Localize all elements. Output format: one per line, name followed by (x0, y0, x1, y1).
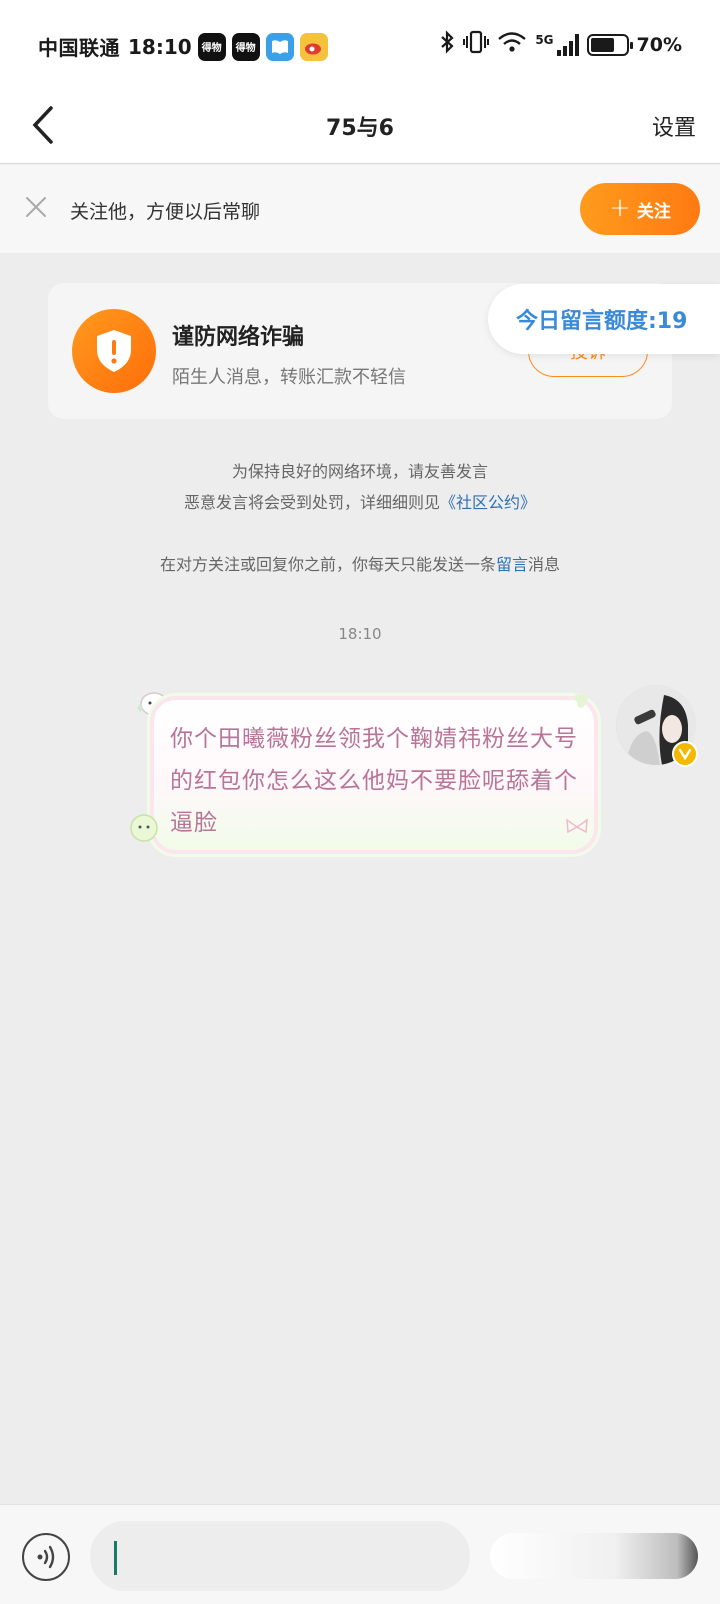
notice-limit-text: 在对方关注或回复你之前，你每天只能发送一条 (159, 555, 496, 574)
notice-friendly-speech: 为保持良好的网络环境，请友善发言 (231, 462, 488, 481)
status-time: 18:10 (128, 34, 192, 59)
bluetooth-icon (439, 30, 455, 59)
battery-icon (586, 33, 633, 56)
settings-button[interactable]: 设置 (652, 110, 696, 142)
text-cursor (114, 1541, 117, 1575)
fraud-warning-title: 谨防网络诈骗 (172, 325, 305, 350)
nav-bar: 75与6 设置 (0, 88, 720, 164)
verified-badge-icon (672, 741, 698, 767)
wifi-icon (497, 31, 527, 58)
notice-penalty: 恶意发言将会受到处罚，详细细则见《社区公约》 (0, 489, 720, 513)
battery-percent: 70% (636, 33, 682, 56)
clover-sticker-icon (574, 694, 588, 708)
follow-banner: 关注他，方便以后常聊 + 关注 (0, 165, 720, 253)
carrier-label: 中国联通 (38, 36, 120, 60)
follow-prompt-text: 关注他，方便以后常聊 (70, 201, 261, 223)
follow-button[interactable]: + 关注 (580, 183, 700, 235)
notice-penalty-text: 恶意发言将会受到处罚，详细细则见 (183, 493, 440, 512)
close-icon (26, 197, 46, 217)
weibo-app-icon (299, 32, 328, 61)
ribbon-sticker-icon (566, 818, 588, 834)
flower-sticker-icon (130, 814, 158, 842)
close-banner-button[interactable] (22, 193, 50, 221)
dewu-app-label-2: 得物 (235, 43, 256, 54)
leave-message-link[interactable]: 留言 (496, 555, 528, 574)
signal-icon: 5G (535, 32, 579, 56)
network-type-label: 5G (535, 32, 554, 47)
message-input[interactable] (90, 1521, 470, 1591)
dewu-app-icon-2: 得物 (231, 32, 260, 61)
community-rules-link[interactable]: 《社区公约》 (440, 493, 536, 512)
daily-message-quota: 今日留言额度:19 (488, 284, 720, 354)
plus-icon: + (609, 193, 631, 223)
reader-app-icon (265, 32, 294, 61)
vibrate-icon (463, 30, 490, 59)
notice-one-message-limit: 在对方关注或回复你之前，你每天只能发送一条留言消息 (0, 551, 720, 575)
message-timestamp: 18:10 (338, 625, 382, 643)
voice-input-button[interactable] (22, 1533, 70, 1581)
follow-button-label: 关注 (636, 201, 671, 222)
notice-limit-suffix: 消息 (528, 555, 561, 574)
voice-wave-icon (37, 1545, 55, 1569)
message-input-bar (0, 1504, 720, 1604)
fraud-warning-subtitle: 陌生人消息，转账汇款不轻信 (172, 367, 406, 388)
message-bubble-container: 你个田曦薇粉丝领我个鞠婧祎粉丝大号的红包你怎么这么他妈不要脸呢舔着个逼脸 (124, 686, 604, 861)
status-bar: 中国联通 18:10 得物 得物 5G 70% (0, 0, 720, 88)
send-button[interactable] (490, 1533, 698, 1579)
message-text: 你个田曦薇粉丝领我个鞠婧祎粉丝大号的红包你怎么这么他妈不要脸呢舔着个逼脸 (170, 726, 578, 836)
dewu-app-label: 得物 (201, 43, 222, 54)
dewu-app-icon: 得物 (197, 32, 226, 61)
page-title: 75与6 (326, 116, 394, 141)
shield-warning-icon (72, 309, 156, 393)
message-bubble[interactable]: 你个田曦薇粉丝领我个鞠婧祎粉丝大号的红包你怎么这么他妈不要脸呢舔着个逼脸 (154, 700, 594, 850)
